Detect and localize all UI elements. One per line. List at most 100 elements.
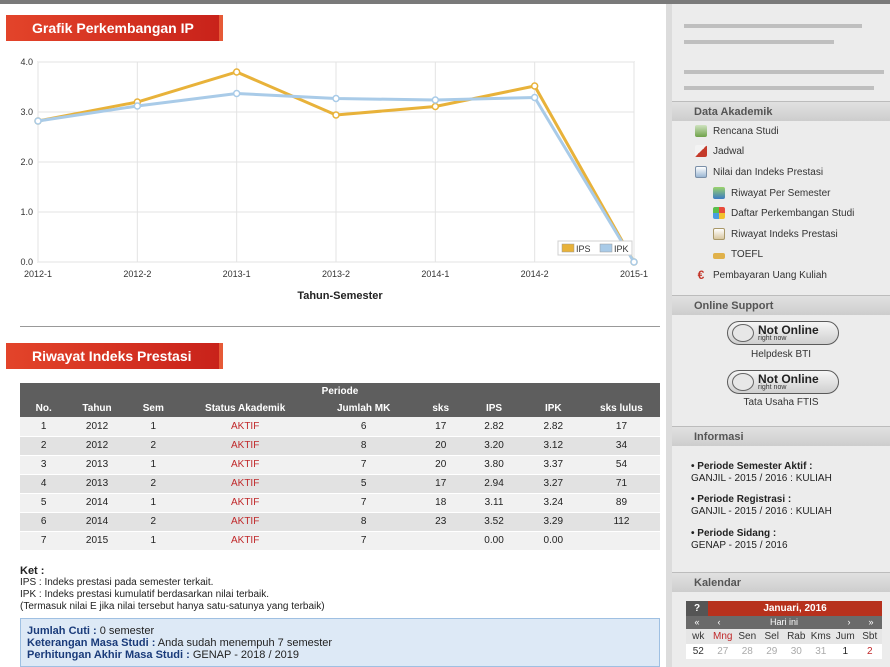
table-cell: 34 bbox=[582, 436, 660, 456]
menu-nilai-ip[interactable]: Nilai dan Indeks Prestasi bbox=[695, 166, 823, 178]
status-subtext: right now bbox=[758, 384, 787, 391]
calendar-weekday: wk bbox=[692, 631, 705, 642]
table-row: 4 2013 2 AKTIF 5 17 2.94 3.27 71 bbox=[20, 474, 660, 494]
x-tick-label: 2014-1 bbox=[421, 269, 449, 279]
calendar-weekday: Rab bbox=[787, 631, 806, 642]
table-cell: 3.11 bbox=[464, 493, 524, 513]
submenu-riwayat-per-semester[interactable]: Riwayat Per Semester bbox=[713, 187, 830, 199]
table-cell: 71 bbox=[582, 474, 660, 494]
calendar-day[interactable]: 28 bbox=[735, 644, 760, 659]
table-cell: 17 bbox=[417, 474, 465, 494]
legend-swatch-ipk bbox=[599, 243, 613, 253]
table-group-header: Periode bbox=[20, 383, 660, 400]
calendar-today[interactable]: Hari ini bbox=[730, 616, 838, 629]
table-cell: AKTIF bbox=[179, 531, 311, 551]
menu-pembayaran[interactable]: € Pembayaran Uang Kuliah bbox=[695, 269, 827, 281]
menu-label: TOEFL bbox=[731, 249, 764, 260]
menu-jadwal[interactable]: Jadwal bbox=[695, 145, 744, 157]
menu-label: Riwayat Indeks Prestasi bbox=[731, 228, 838, 240]
data-akademik-header: Data Akademik bbox=[672, 101, 890, 121]
calendar-pencil-icon bbox=[695, 145, 707, 157]
support-face-icon bbox=[732, 373, 754, 391]
table-section-title: Riwayat Indeks Prestasi bbox=[6, 343, 223, 369]
calendar-prev-year[interactable]: « bbox=[686, 616, 708, 629]
data-point-ips bbox=[530, 82, 539, 90]
table-cell: 17 bbox=[582, 417, 660, 437]
chart-section-title-text: Grafik Perkembangan IP bbox=[32, 20, 194, 36]
calendar-week-row: 52 27 28 29 30 31 1 2 bbox=[686, 644, 882, 659]
kalendar-header: Kalendar bbox=[672, 572, 890, 592]
cuti-label: Jumlah Cuti : bbox=[27, 625, 97, 637]
data-point-ipk bbox=[232, 89, 241, 98]
table-row: 7 2015 1 AKTIF 7 0.00 0.00 bbox=[20, 531, 660, 551]
table-cell: 3.80 bbox=[464, 455, 524, 475]
table-cell: 20 bbox=[417, 436, 465, 456]
x-tick-label: 2014-2 bbox=[521, 269, 549, 279]
x-tick-label: 2013-2 bbox=[322, 269, 350, 279]
info-value: GANJIL - 2015 / 2016 : KULIAH bbox=[691, 506, 832, 517]
table-row: 6 2014 2 AKTIF 8 23 3.52 3.29 112 bbox=[20, 512, 660, 532]
calendar-next-month[interactable]: › bbox=[838, 616, 860, 629]
menu-rencana-studi[interactable]: Rencana Studi bbox=[695, 125, 779, 137]
table-cell: 2013 bbox=[67, 474, 127, 494]
info-label: • Periode Semester Aktif : bbox=[691, 461, 813, 472]
menu-label: Rencana Studi bbox=[713, 125, 779, 137]
data-point-ips bbox=[332, 111, 340, 119]
calendar-month-title: Januari, 2016 bbox=[708, 601, 882, 616]
y-tick-label: 4.0 bbox=[20, 57, 33, 67]
submenu-riwayat-ip[interactable]: Riwayat Indeks Prestasi bbox=[713, 228, 838, 240]
calendar-weekday: Jum bbox=[835, 631, 855, 642]
legend-swatch-ips bbox=[561, 243, 575, 253]
table-cell: 20 bbox=[417, 455, 465, 475]
submenu-toefl[interactable]: TOEFL bbox=[713, 249, 763, 260]
calendar-weekday: Sen bbox=[738, 631, 757, 642]
x-tick-label: 2015-1 bbox=[620, 269, 648, 279]
notes-heading: Ket : bbox=[20, 565, 45, 577]
calendar-day[interactable]: 30 bbox=[784, 644, 809, 659]
ket-label: Keterangan Masa Studi : bbox=[27, 637, 156, 649]
table-cell: 2.82 bbox=[464, 417, 524, 437]
menu-label: Daftar Perkembangan Studi bbox=[731, 207, 855, 219]
data-point-ipk bbox=[431, 96, 440, 104]
flask-icon bbox=[713, 187, 725, 199]
notes-extra: (Termasuk nilai E jika nilai tersebut ha… bbox=[20, 601, 325, 612]
document-icon bbox=[713, 228, 725, 240]
notes-ips: IPS : Indeks prestasi pada semester terk… bbox=[20, 577, 214, 588]
calendar-day[interactable]: 2 bbox=[858, 644, 883, 659]
table-cell: 0.00 bbox=[523, 531, 583, 551]
calendar-week-number: 52 bbox=[692, 646, 704, 657]
info-semester-aktif: • Periode Semester Aktif : GANJIL - 2015… bbox=[691, 461, 832, 485]
table-cell: 2013 bbox=[67, 455, 127, 475]
calendar-weekday: Sel bbox=[764, 631, 779, 642]
calendar-next-year[interactable]: » bbox=[860, 616, 882, 629]
table-cell: 8 bbox=[310, 512, 417, 532]
tata-usaha-status-button[interactable]: Not Online right now bbox=[727, 370, 839, 394]
submenu-daftar-perkembangan[interactable]: Daftar Perkembangan Studi bbox=[713, 207, 854, 219]
helpdesk-status-button[interactable]: Not Online right now bbox=[727, 321, 839, 345]
table-column-header: sks lulus bbox=[582, 400, 660, 417]
menu-label: Pembayaran Uang Kuliah bbox=[713, 269, 827, 281]
tata-usaha-label: Tata Usaha FTIS bbox=[743, 397, 819, 408]
calendar-day[interactable]: 27 bbox=[711, 644, 736, 659]
table-cell: 23 bbox=[417, 512, 465, 532]
table-cell: 2014 bbox=[67, 493, 127, 513]
table-cell: AKTIF bbox=[179, 455, 311, 475]
calendar-prev-month[interactable]: ‹ bbox=[708, 616, 730, 629]
table-cell: 18 bbox=[417, 493, 465, 513]
calendar-weekday: Kms bbox=[810, 631, 831, 642]
info-registrasi: • Periode Registrasi : GANJIL - 2015 / 2… bbox=[691, 494, 832, 518]
table-column-header: Status Akademik bbox=[179, 400, 311, 417]
calendar-help-button[interactable]: ? bbox=[686, 601, 708, 616]
calendar-day[interactable]: 29 bbox=[760, 644, 785, 659]
table-cell: 7 bbox=[310, 493, 417, 513]
calendar-day[interactable]: 31 bbox=[809, 644, 834, 659]
calendar-day[interactable]: 1 bbox=[833, 644, 858, 659]
table-cell: 7 bbox=[310, 531, 417, 551]
cuti-line: Jumlah Cuti : 0 semester bbox=[27, 625, 653, 637]
legend-label-ipk: IPK bbox=[614, 244, 629, 254]
calendar-weekday-row: wk Mng Sen Sel Rab Kms Jum Sbt bbox=[686, 629, 882, 644]
akhir-value: GENAP - 2018 / 2019 bbox=[189, 649, 300, 661]
table-section-title-text: Riwayat Indeks Prestasi bbox=[32, 348, 192, 364]
y-tick-label: 2.0 bbox=[20, 157, 33, 167]
table-row: 1 2012 1 AKTIF 6 17 2.82 2.82 17 bbox=[20, 417, 660, 437]
